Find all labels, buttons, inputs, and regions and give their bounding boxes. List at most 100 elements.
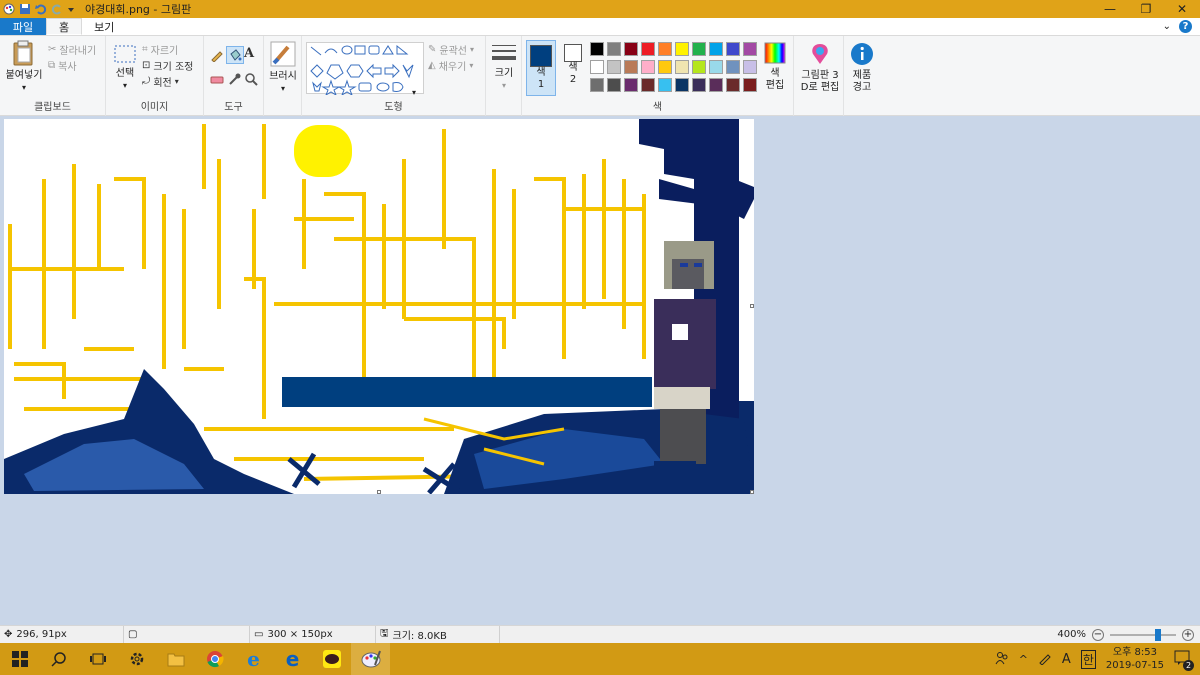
tab-home[interactable]: 홈 <box>46 18 83 35</box>
magnifier-icon[interactable] <box>244 72 258 86</box>
search-button[interactable] <box>39 643 78 675</box>
start-button[interactable] <box>0 643 39 675</box>
palette-swatch[interactable] <box>658 60 672 74</box>
palette-swatch[interactable] <box>641 42 655 56</box>
paste-button[interactable]: 붙여넣기 ▾ <box>4 40 44 94</box>
close-button[interactable]: ✕ <box>1164 0 1200 18</box>
maximize-button[interactable]: ❐ <box>1128 0 1164 18</box>
shapes-more-icon[interactable]: ▾ <box>412 88 416 97</box>
palette-swatch[interactable] <box>709 78 723 92</box>
chrome-button[interactable] <box>195 643 234 675</box>
product-alert-button[interactable]: 제품 경고 <box>846 42 878 94</box>
palette-swatch[interactable] <box>675 78 689 92</box>
palette-swatch[interactable] <box>675 60 689 74</box>
text-tool-icon[interactable]: A <box>244 46 254 61</box>
outline-button[interactable]: ✎ 윤곽선 ▾ <box>428 42 474 57</box>
palette-swatch[interactable] <box>590 60 604 74</box>
brushes-button[interactable]: 브러시 ▾ <box>267 41 299 95</box>
crop-button[interactable]: ⌗ 자르기 <box>142 42 178 57</box>
tools-group: A 도구 <box>204 36 264 116</box>
resize-handle-right[interactable] <box>750 304 754 308</box>
notification-center-button[interactable]: 2 <box>1174 650 1194 671</box>
redo-icon[interactable] <box>51 3 63 15</box>
save-icon[interactable] <box>19 3 31 15</box>
color-picker-icon[interactable] <box>228 72 242 86</box>
tab-file[interactable]: 파일 <box>0 18 46 35</box>
select-dropdown-icon[interactable]: ▾ <box>123 80 127 92</box>
palette-swatch[interactable] <box>624 42 638 56</box>
resize-handle-bottom[interactable] <box>377 490 381 494</box>
palette-swatch[interactable] <box>726 60 740 74</box>
disk-icon: 🖫 <box>380 628 389 639</box>
rotate-dropdown-icon[interactable]: ▾ <box>175 77 179 86</box>
palette-swatch[interactable] <box>641 78 655 92</box>
edit-colors-button[interactable]: 색 편집 <box>760 42 790 92</box>
resize-button[interactable]: ⊡ 크기 조정 <box>142 58 193 73</box>
minimize-button[interactable]: — <box>1092 0 1128 18</box>
palette-swatch[interactable] <box>743 78 757 92</box>
task-view-button[interactable] <box>78 643 117 675</box>
pencil-icon[interactable] <box>210 48 224 62</box>
palette-swatch[interactable] <box>607 42 621 56</box>
palette-swatch[interactable] <box>658 42 672 56</box>
color1-button[interactable]: 색 1 <box>526 40 556 96</box>
settings-taskbar-button[interactable] <box>117 643 156 675</box>
resize-handle-corner[interactable] <box>750 490 754 494</box>
palette-swatch[interactable] <box>692 78 706 92</box>
collapse-ribbon-icon[interactable]: ⌄ <box>1163 21 1171 32</box>
zoom-in-button[interactable]: + <box>1182 628 1194 641</box>
file-explorer-button[interactable] <box>156 643 195 675</box>
paint3d-label-1: 그림판 3 <box>801 70 839 81</box>
brushes-dropdown-icon[interactable]: ▾ <box>281 83 285 95</box>
palette-swatch[interactable] <box>607 78 621 92</box>
palette-swatch[interactable] <box>692 60 706 74</box>
palette-swatch[interactable] <box>743 42 757 56</box>
rotate-button[interactable]: ⤾ 회전 ▾ <box>142 74 179 89</box>
shapes-gallery[interactable] <box>306 42 424 97</box>
edit-paint3d-button[interactable]: 그림판 3 D로 편집 <box>797 42 843 94</box>
palette-swatch[interactable] <box>624 78 638 92</box>
palette-swatch[interactable] <box>726 78 740 92</box>
pen-icon[interactable] <box>1038 651 1052 668</box>
clock[interactable]: 오후 8:53 2019-07-15 <box>1106 646 1164 672</box>
select-button[interactable]: 선택 ▾ <box>110 44 140 92</box>
customize-dropdown-icon[interactable] <box>67 3 79 15</box>
edge-button[interactable]: e <box>273 643 312 675</box>
fill-bucket-icon[interactable] <box>226 46 244 64</box>
color2-button[interactable]: 색 2 <box>560 44 586 86</box>
fill-button[interactable]: ◭ 채우기 ▾ <box>428 58 473 73</box>
undo-icon[interactable] <box>35 3 47 15</box>
palette-swatch[interactable] <box>624 60 638 74</box>
copy-button[interactable]: ⧉ 복사 <box>48 58 77 73</box>
input-mode-indicator[interactable]: A <box>1062 652 1071 667</box>
palette-swatch[interactable] <box>692 42 706 56</box>
palette-swatch[interactable] <box>675 42 689 56</box>
palette-swatch[interactable] <box>726 42 740 56</box>
palette-swatch[interactable] <box>590 42 604 56</box>
palette-swatch[interactable] <box>590 78 604 92</box>
zoom-slider-thumb[interactable] <box>1155 628 1161 641</box>
palette-swatch[interactable] <box>607 60 621 74</box>
ribbon-tabs: 파일 홈 보기 ⌄ ? <box>0 18 1200 36</box>
palette-swatch[interactable] <box>641 60 655 74</box>
zoom-slider[interactable] <box>1110 628 1176 641</box>
eraser-icon[interactable] <box>210 72 224 86</box>
paint-taskbar-button[interactable] <box>351 643 390 675</box>
drawing-canvas[interactable] <box>4 119 754 494</box>
language-indicator[interactable]: 한 <box>1080 649 1096 669</box>
cut-button[interactable]: ✂ 잘라내기 <box>48 42 96 57</box>
internet-explorer-button[interactable]: e <box>234 643 273 675</box>
tab-view[interactable]: 보기 <box>82 18 126 35</box>
paint3d-label-2: D로 편집 <box>800 82 840 93</box>
palette-swatch[interactable] <box>743 60 757 74</box>
kakaotalk-button[interactable] <box>312 643 351 675</box>
palette-swatch[interactable] <box>709 60 723 74</box>
chevron-up-icon[interactable]: ^ <box>1019 653 1028 666</box>
zoom-out-button[interactable]: − <box>1092 628 1104 641</box>
help-icon[interactable]: ? <box>1179 20 1192 33</box>
size-button[interactable]: 크기 ▾ <box>489 42 519 92</box>
people-icon[interactable] <box>995 651 1009 668</box>
palette-swatch[interactable] <box>658 78 672 92</box>
paste-dropdown-icon[interactable]: ▾ <box>22 82 26 94</box>
palette-swatch[interactable] <box>709 42 723 56</box>
